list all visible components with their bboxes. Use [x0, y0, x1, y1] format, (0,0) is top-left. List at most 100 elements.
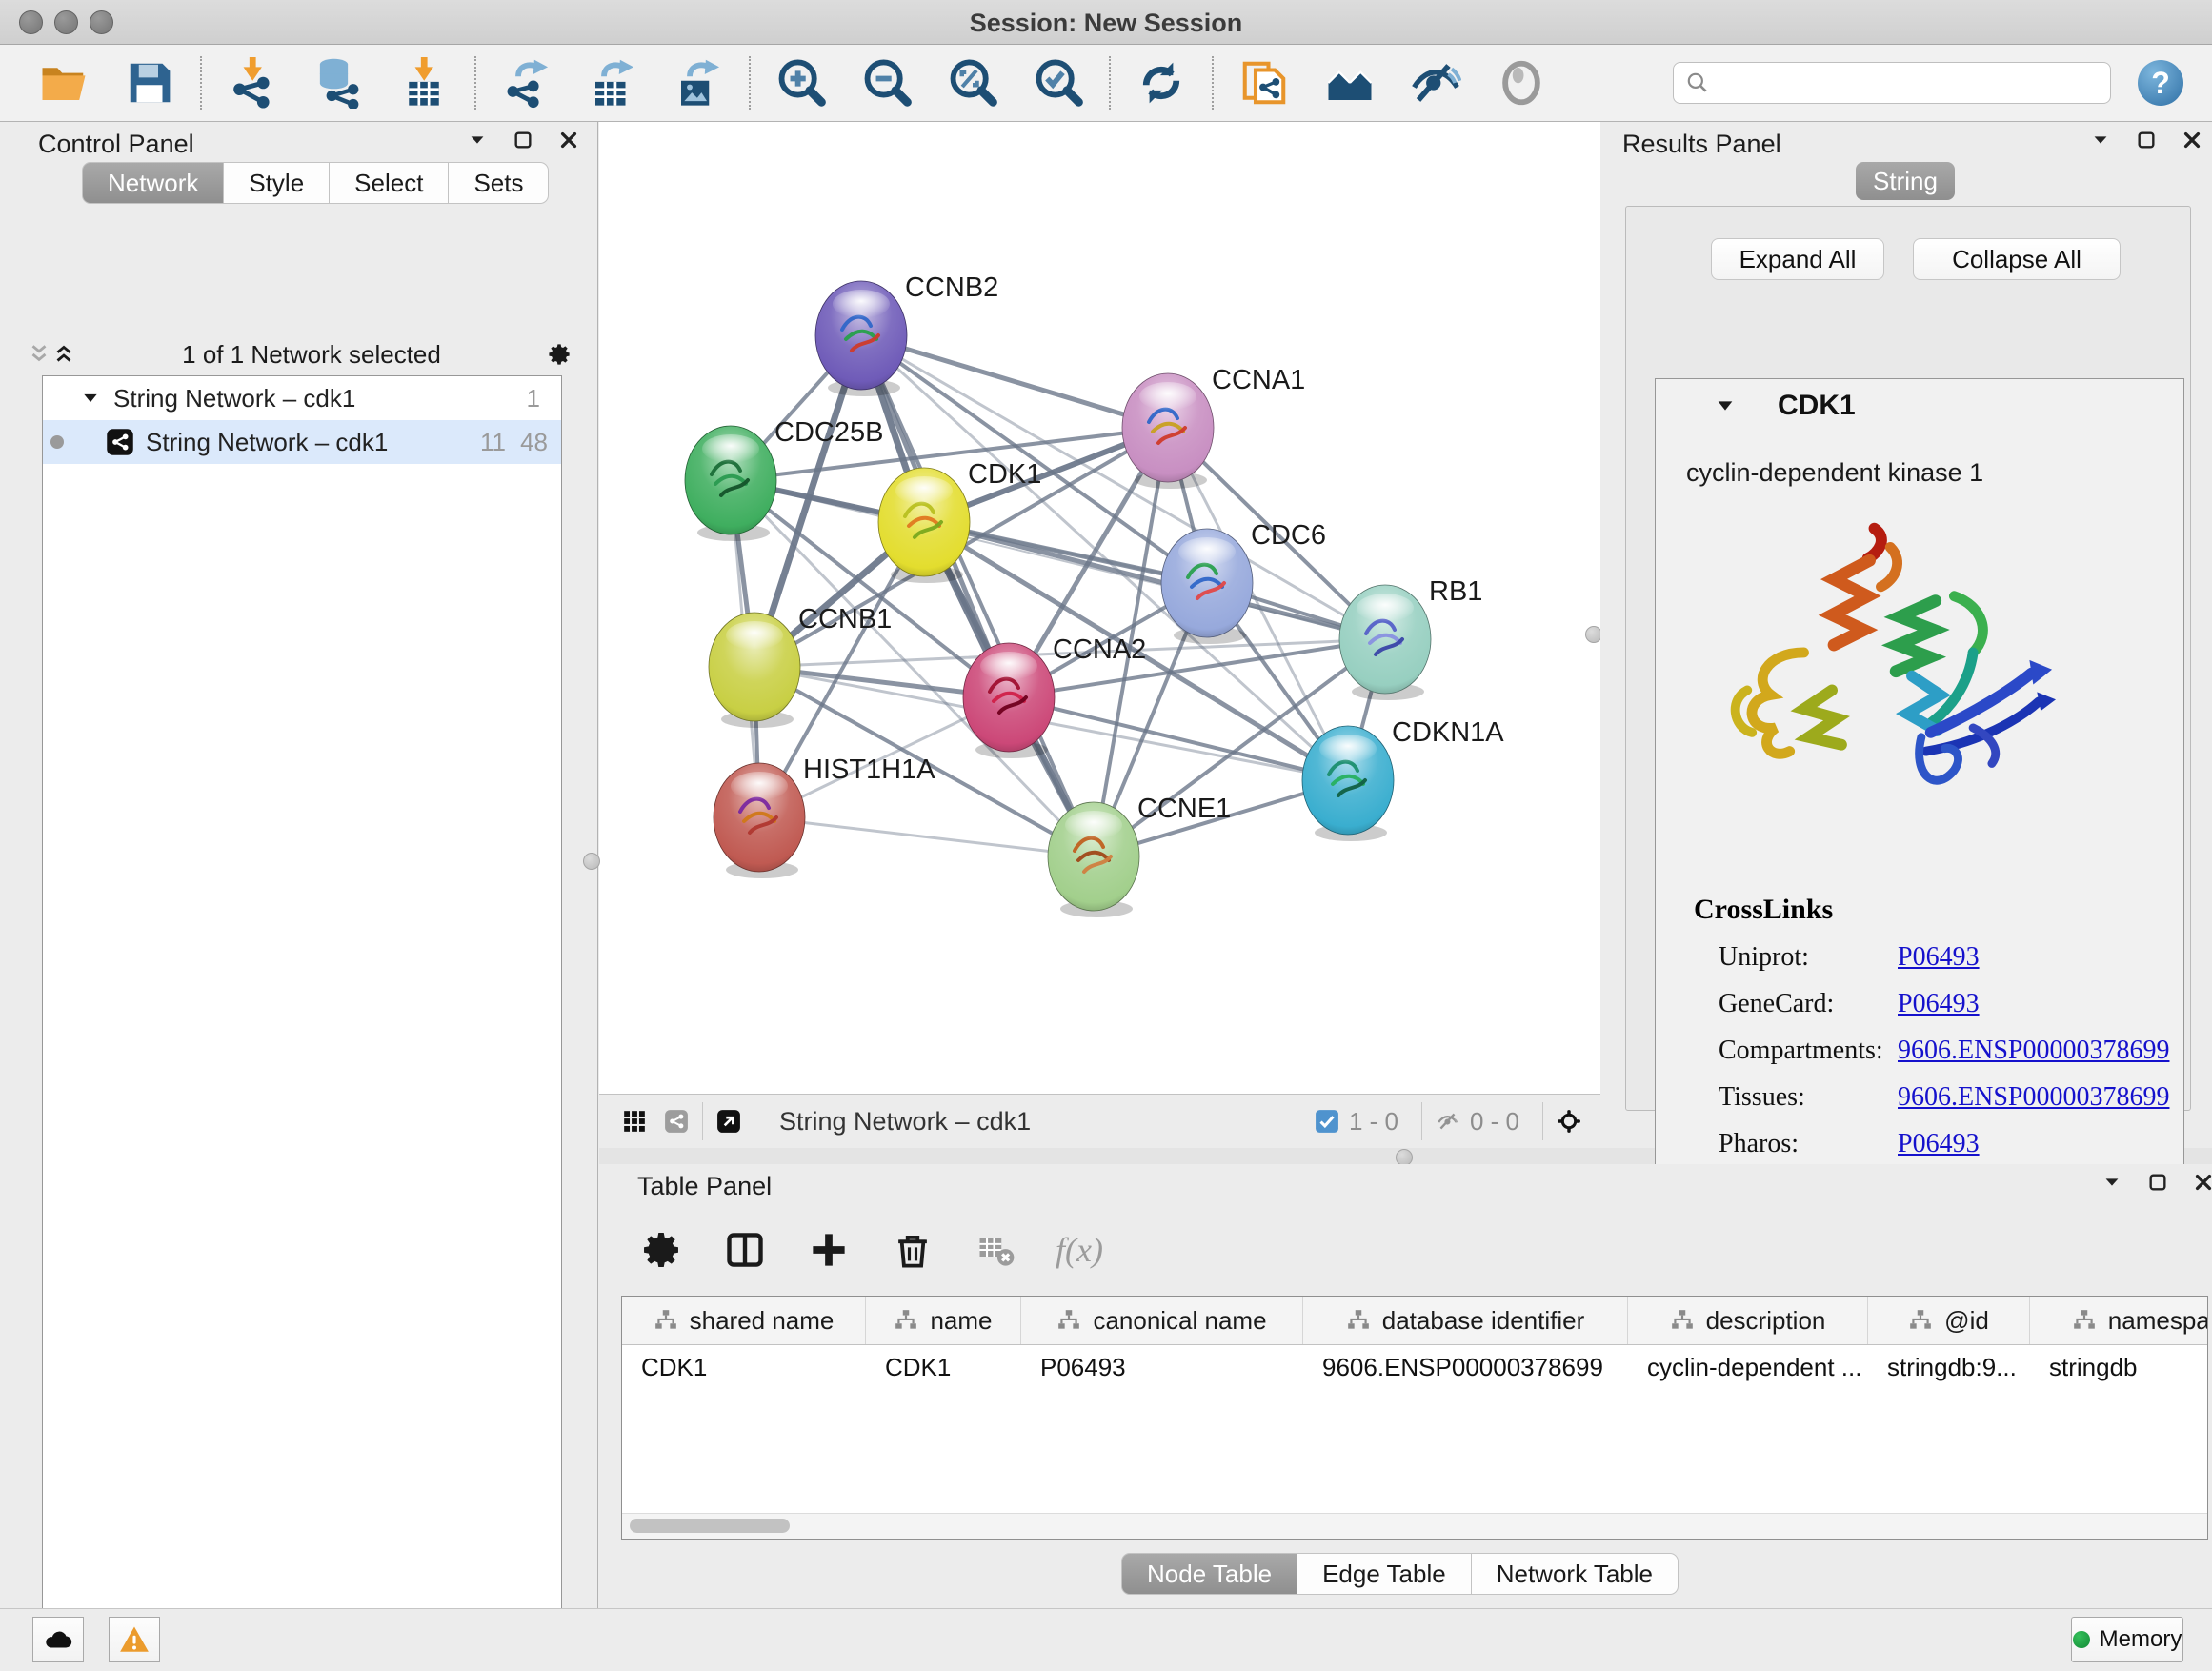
zoom-out-button[interactable]	[859, 54, 915, 111]
selected-node-edge-counts: 1 - 0	[1349, 1107, 1398, 1137]
tab-network-table[interactable]: Network Table	[1472, 1553, 1679, 1595]
protein-card-header[interactable]: CDK1	[1656, 379, 2183, 433]
column-header[interactable]: @id	[1868, 1297, 2030, 1344]
float-panel-button[interactable]	[2145, 1170, 2170, 1195]
panel-menu-button[interactable]	[465, 128, 490, 152]
tab-node-table[interactable]: Node Table	[1121, 1553, 1297, 1595]
float-panel-button[interactable]	[2134, 128, 2159, 152]
save-session-button[interactable]	[122, 54, 177, 111]
protein-node-CDK1[interactable]: CDK1	[878, 459, 1041, 583]
close-panel-button[interactable]	[2180, 128, 2204, 152]
horizontal-scrollbar[interactable]	[622, 1513, 2207, 1539]
cell-canonical-name[interactable]: P06493	[1021, 1345, 1303, 1389]
column-header[interactable]: description	[1628, 1297, 1868, 1344]
column-header[interactable]: shared name	[622, 1297, 866, 1344]
protein-node-HIST1H1A[interactable]: HIST1H1A	[714, 755, 935, 878]
panel-menu-button[interactable]	[2088, 128, 2113, 152]
open-session-button[interactable]	[36, 54, 91, 111]
table-options-button[interactable]	[636, 1225, 686, 1275]
search-input[interactable]	[1710, 69, 2095, 97]
genecard-link[interactable]: P06493	[1898, 989, 1980, 1019]
cell-shared-name[interactable]: CDK1	[622, 1345, 866, 1389]
network-options-button[interactable]	[547, 342, 572, 367]
compartments-link[interactable]: 9606.ENSP00000378699	[1898, 1036, 2169, 1066]
uniprot-link[interactable]: P06493	[1898, 942, 1980, 973]
scrollbar-thumb[interactable]	[630, 1519, 790, 1533]
viewbar-divider	[1542, 1102, 1543, 1140]
refresh-view-button[interactable]	[1134, 54, 1189, 111]
tab-sets[interactable]: Sets	[449, 162, 549, 204]
protein-node-CDC6[interactable]: CDC6	[1161, 520, 1326, 644]
open-in-new-window-button[interactable]	[716, 1109, 741, 1134]
zoom-fit-button[interactable]	[945, 54, 1000, 111]
protein-node-RB1[interactable]: RB1	[1339, 576, 1482, 700]
cell-description[interactable]: cyclin-dependent ...	[1628, 1345, 1868, 1389]
close-panel-button[interactable]	[556, 128, 581, 152]
collapse-all-networks-button[interactable]	[27, 342, 51, 367]
fit-selected-button[interactable]	[1557, 1109, 1581, 1134]
close-panel-button[interactable]	[2191, 1170, 2212, 1195]
warnings-button[interactable]	[109, 1617, 160, 1662]
import-table-button[interactable]	[396, 54, 452, 111]
protein-node-CCNE1[interactable]: CCNE1	[1048, 794, 1231, 917]
column-header[interactable]: database identifier	[1303, 1297, 1628, 1344]
hidden-toggle[interactable]	[1436, 1109, 1460, 1134]
float-panel-button[interactable]	[511, 128, 535, 152]
show-all-networks-button[interactable]	[1322, 54, 1377, 111]
zoom-in-button[interactable]	[774, 54, 829, 111]
tab-network[interactable]: Network	[82, 162, 224, 204]
network-canvas[interactable]: CCNB2CCNA1CDC25BCDK1CDC6RB1CCNB1CCNA2CDK…	[599, 122, 1600, 1094]
zoom-out-icon	[861, 57, 913, 109]
show-hidden-button[interactable]	[1494, 54, 1549, 111]
column-header[interactable]: name	[866, 1297, 1021, 1344]
tab-select[interactable]: Select	[330, 162, 449, 204]
pharos-link[interactable]: P06493	[1898, 1129, 1980, 1159]
import-network-from-database-button[interactable]	[311, 54, 366, 111]
column-header[interactable]: canonical name	[1021, 1297, 1303, 1344]
import-network-button[interactable]	[225, 54, 280, 111]
memory-button[interactable]: Memory	[2071, 1617, 2183, 1662]
search-field[interactable]	[1673, 62, 2111, 104]
tissues-link[interactable]: 9606.ENSP00000378699	[1898, 1082, 2169, 1113]
birds-eye-view-button[interactable]	[622, 1109, 647, 1134]
network-collection-row[interactable]: String Network – cdk1 1	[43, 376, 561, 420]
hierarchy-icon	[1346, 1308, 1371, 1333]
warning-icon	[118, 1623, 151, 1656]
panel-menu-button[interactable]	[2100, 1170, 2124, 1195]
tab-string[interactable]: String	[1856, 162, 1955, 200]
cloud-status-button[interactable]	[32, 1617, 84, 1662]
table-row[interactable]: CDK1 CDK1 P06493 9606.ENSP00000378699 cy…	[622, 1345, 2207, 1389]
cell-database-identifier[interactable]: 9606.ENSP00000378699	[1303, 1345, 1628, 1389]
import-network-icon	[227, 57, 278, 109]
splitter-handle[interactable]	[583, 853, 600, 870]
protein-node-CDKN1A[interactable]: CDKN1A	[1302, 717, 1504, 841]
clone-network-button[interactable]	[1237, 54, 1292, 111]
node-table: shared name name canonical name database…	[621, 1296, 2208, 1540]
cell-name[interactable]: CDK1	[866, 1345, 1021, 1389]
help-button[interactable]: ?	[2138, 60, 2183, 106]
hide-selected-button[interactable]	[1408, 54, 1463, 111]
zoom-selected-button[interactable]	[1031, 54, 1086, 111]
show-columns-button[interactable]	[720, 1225, 770, 1275]
export-image-button[interactable]	[671, 54, 726, 111]
cell-namespace[interactable]: stringdb	[2030, 1345, 2208, 1389]
tab-style[interactable]: Style	[224, 162, 330, 204]
delete-column-button[interactable]	[888, 1225, 937, 1275]
string-style-toggle-button[interactable]	[664, 1109, 689, 1134]
protein-node-CCNB1[interactable]: CCNB1	[709, 604, 892, 728]
column-header[interactable]: namespace	[2030, 1297, 2208, 1344]
collapse-all-button[interactable]: Collapse All	[1913, 238, 2121, 280]
network-row-selected[interactable]: String Network – cdk1 11 48	[43, 420, 561, 464]
protein-node-CCNA2[interactable]: CCNA2	[963, 634, 1146, 758]
node-label-CDC6: CDC6	[1251, 520, 1326, 551]
network-graph[interactable]: CCNB2CCNA1CDC25BCDK1CDC6RB1CCNB1CCNA2CDK…	[599, 122, 1600, 1094]
tab-edge-table[interactable]: Edge Table	[1297, 1553, 1472, 1595]
add-column-button[interactable]	[804, 1225, 854, 1275]
selected-checkbox[interactable]	[1315, 1109, 1339, 1134]
trash-icon	[893, 1230, 933, 1270]
cell-id[interactable]: stringdb:9...	[1868, 1345, 2030, 1389]
export-table-button[interactable]	[585, 54, 640, 111]
export-network-button[interactable]	[499, 54, 554, 111]
expand-all-button[interactable]: Expand All	[1711, 238, 1884, 280]
expand-all-networks-button[interactable]	[51, 342, 76, 367]
